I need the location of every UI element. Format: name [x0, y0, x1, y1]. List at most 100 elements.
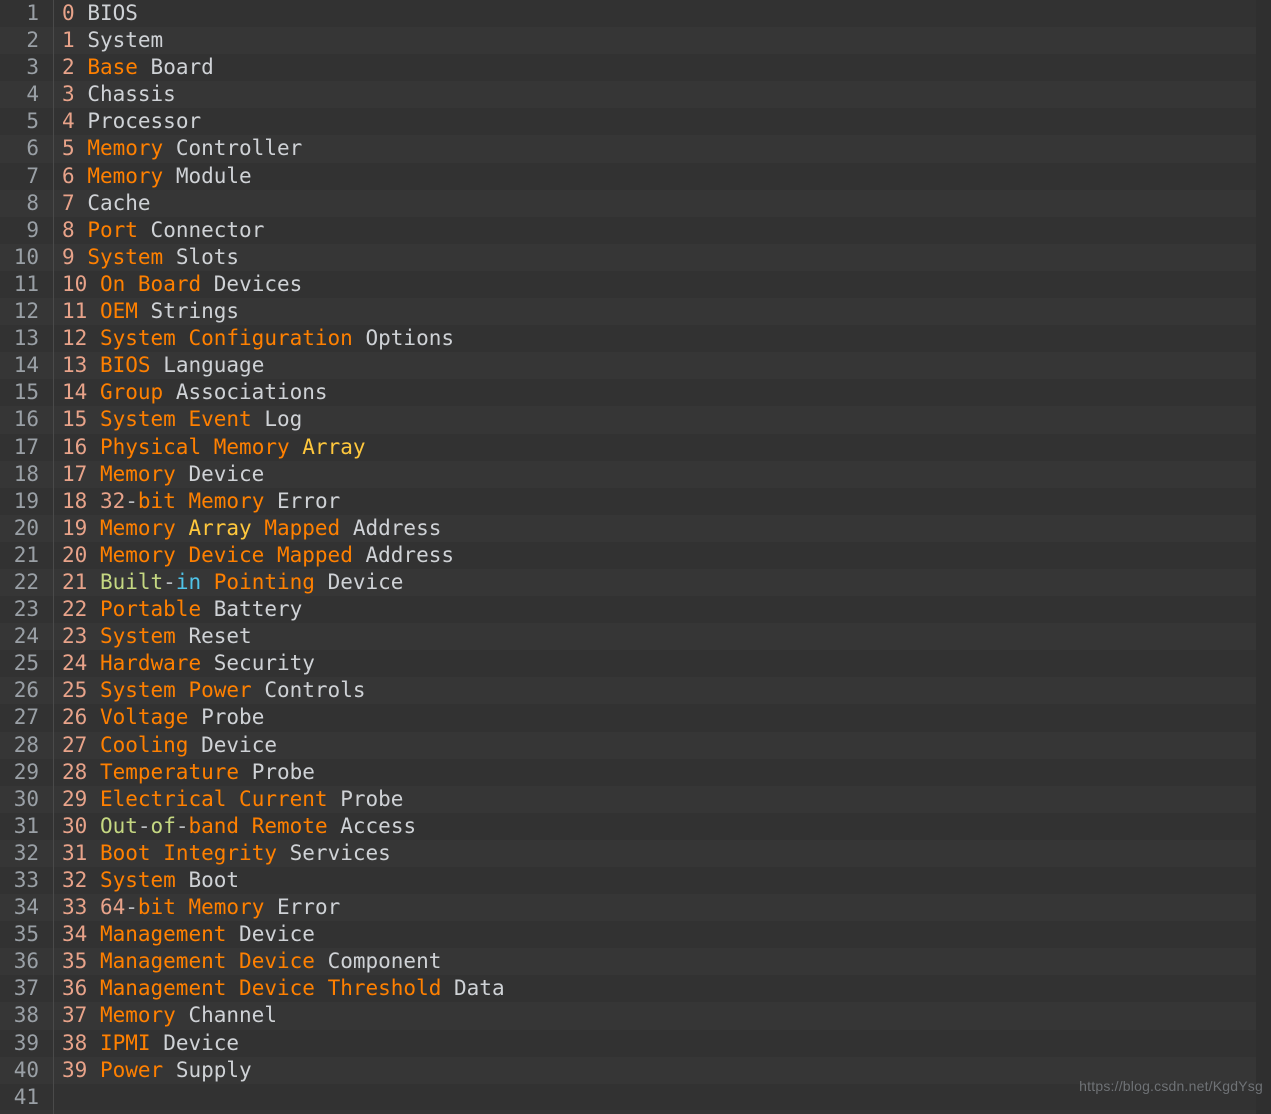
code-line-text[interactable]: 15 System Event Log [48, 406, 1271, 433]
code-line-row[interactable]: 65 Memory Controller [0, 135, 1271, 163]
line-number[interactable]: 19 [0, 488, 48, 515]
code-line-row[interactable]: 22 21 Built-in Pointing Device [0, 568, 1271, 597]
code-lines-container[interactable]: 10 BIOS 2 1 System 3 2 Base Board 4 3 Chassis 5… [0, 0, 1271, 1111]
line-number[interactable]: 30 [0, 786, 48, 813]
code-line-row[interactable]: 37 36 Management Device Threshold Data [0, 975, 1271, 1003]
code-line-row[interactable]: 20 19 Memory Array Mapped Address [0, 514, 1271, 542]
code-line-row[interactable]: 43 Chassis [0, 81, 1271, 109]
code-line-text[interactable]: 2 Base Board [48, 54, 1271, 81]
line-number[interactable]: 5 [0, 108, 48, 135]
line-number[interactable]: 1 [0, 0, 48, 27]
code-line-row[interactable]: 27 26 Voltage Probe [0, 704, 1271, 732]
line-number[interactable]: 28 [0, 732, 48, 759]
line-number[interactable]: 39 [0, 1030, 48, 1057]
line-number[interactable]: 2 [0, 27, 48, 54]
code-line-text[interactable]: 0 BIOS [48, 0, 1271, 27]
line-number[interactable]: 6 [0, 135, 48, 162]
line-number[interactable]: 8 [0, 190, 48, 217]
code-line-row[interactable]: 13 12 System Configuration Options [0, 325, 1271, 353]
line-number[interactable]: 25 [0, 650, 48, 677]
line-number[interactable]: 24 [0, 623, 48, 650]
code-line-text[interactable]: 5 Memory Controller [48, 135, 1271, 162]
code-line-row[interactable]: 41 [0, 1083, 1271, 1111]
code-line-text[interactable]: 10 On Board Devices [48, 271, 1271, 298]
line-number[interactable]: 16 [0, 406, 48, 433]
code-line-row[interactable]: 25 24 Hardware Security [0, 650, 1271, 678]
code-line-text[interactable]: 12 System Configuration Options [48, 325, 1271, 352]
code-line-text[interactable]: 4 Processor [48, 108, 1271, 135]
code-line-row[interactable]: 28 27 Cooling Device [0, 731, 1271, 759]
code-line-row[interactable]: 35 34 Management Device [0, 921, 1271, 949]
code-line-text[interactable]: 18 32-bit Memory Error [48, 488, 1271, 515]
code-line-row[interactable]: 17 16 Physical Memory Array [0, 433, 1271, 461]
code-line-text[interactable]: 36 Management Device Threshold Data [48, 975, 1271, 1002]
code-line-text[interactable]: 33 64-bit Memory Error [48, 894, 1271, 921]
code-line-text[interactable]: 16 Physical Memory Array [48, 434, 1271, 461]
code-line-row[interactable]: 39 38 IPMI Device [0, 1029, 1271, 1057]
code-line-text[interactable]: 17 Memory Device [48, 461, 1271, 488]
code-line-row[interactable]: 33 32 System Boot [0, 867, 1271, 895]
code-line-row[interactable]: 23 22 Portable Battery [0, 596, 1271, 624]
code-line-text[interactable]: 28 Temperature Probe [48, 759, 1271, 786]
code-line-row[interactable]: 34 33 64-bit Memory Error [0, 894, 1271, 922]
line-number[interactable]: 41 [0, 1084, 48, 1111]
line-number[interactable]: 27 [0, 704, 48, 731]
code-editor[interactable]: 10 BIOS 2 1 System 3 2 Base Board 4 3 Chassis 5… [0, 0, 1271, 1114]
code-line-row[interactable]: 32 Base Board [0, 54, 1271, 82]
code-line-text[interactable]: 22 Portable Battery [48, 596, 1271, 623]
code-line-text[interactable]: 6 Memory Module [48, 163, 1271, 190]
code-line-row[interactable]: 21 20 Memory Device Mapped Address [0, 541, 1271, 570]
code-line-text[interactable]: 14 Group Associations [48, 379, 1271, 406]
line-number[interactable]: 10 [0, 244, 48, 271]
code-line-row[interactable]: 18 17 Memory Device [0, 460, 1271, 488]
line-number[interactable]: 29 [0, 759, 48, 786]
code-line-text[interactable]: 25 System Power Controls [48, 677, 1271, 704]
line-number[interactable]: 34 [0, 894, 48, 921]
line-number[interactable]: 31 [0, 813, 48, 840]
line-number[interactable]: 9 [0, 217, 48, 244]
code-line-text[interactable]: 37 Memory Channel [48, 1002, 1271, 1029]
code-line-row[interactable]: 40 39 Power Supply [0, 1056, 1271, 1084]
code-line-text[interactable]: 35 Management Device Component [48, 948, 1271, 975]
code-line-text[interactable]: 3 Chassis [48, 81, 1271, 108]
code-line-text[interactable]: 11 OEM Strings [48, 298, 1271, 325]
line-number[interactable]: 3 [0, 54, 48, 81]
line-number[interactable]: 38 [0, 1002, 48, 1029]
code-line-text[interactable]: 21 Built-in Pointing Device [48, 569, 1271, 596]
code-line-row[interactable]: 10 BIOS [0, 0, 1271, 28]
code-line-text[interactable]: 7 Cache [48, 190, 1271, 217]
code-line-row[interactable]: 24 23 System Reset [0, 623, 1271, 651]
code-line-row-partial[interactable]: 42 [0, 1110, 1271, 1114]
code-line-text[interactable]: 19 Memory Array Mapped Address [48, 515, 1271, 542]
line-number[interactable]: 13 [0, 325, 48, 352]
line-number[interactable]: 37 [0, 975, 48, 1002]
code-line-text[interactable]: 24 Hardware Security [48, 650, 1271, 677]
line-number[interactable]: 21 [0, 542, 48, 569]
code-line-row[interactable]: 30 29 Electrical Current Probe [0, 785, 1271, 813]
line-number[interactable]: 33 [0, 867, 48, 894]
code-line-text[interactable]: 34 Management Device [48, 921, 1271, 948]
code-line-text[interactable]: 1 System [48, 27, 1271, 54]
line-number[interactable]: 4 [0, 81, 48, 108]
line-number[interactable]: 11 [0, 271, 48, 298]
line-number[interactable]: 36 [0, 948, 48, 975]
code-line-row[interactable]: 21 System [0, 27, 1271, 55]
code-line-text[interactable]: 20 Memory Device Mapped Address [48, 542, 1271, 569]
line-number[interactable]: 42 [0, 1110, 48, 1114]
code-line-row[interactable]: 26 25 System Power Controls [0, 677, 1271, 705]
code-line-text[interactable]: 31 Boot Integrity Services [48, 840, 1271, 867]
line-number[interactable]: 7 [0, 163, 48, 190]
code-line-row[interactable]: 19 18 32-bit Memory Error [0, 487, 1271, 515]
code-line-row[interactable]: 29 28 Temperature Probe [0, 758, 1271, 786]
code-line-row[interactable]: 87 Cache [0, 189, 1271, 217]
code-line-text[interactable]: 8 Port Connector [48, 217, 1271, 244]
code-line-row[interactable]: 15 14 Group Associations [0, 379, 1271, 407]
line-number[interactable]: 35 [0, 921, 48, 948]
code-line-text[interactable]: 29 Electrical Current Probe [48, 786, 1271, 813]
line-number[interactable]: 12 [0, 298, 48, 325]
line-number[interactable]: 20 [0, 515, 48, 542]
code-line-row[interactable]: 12 11 OEM Strings [0, 298, 1271, 326]
code-line-text[interactable]: 32 System Boot [48, 867, 1271, 894]
code-line-row[interactable]: 36 35 Management Device Component [0, 948, 1271, 976]
line-number[interactable]: 26 [0, 677, 48, 704]
